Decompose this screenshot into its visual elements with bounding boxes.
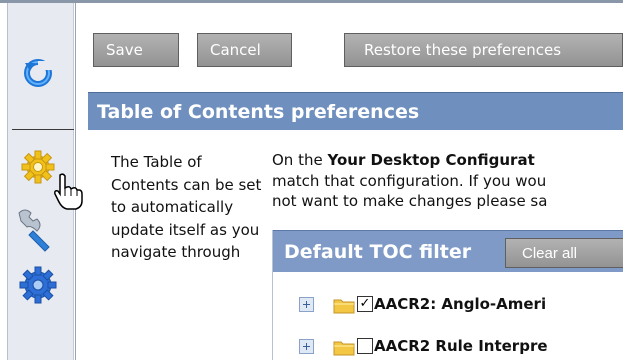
tree-item-label[interactable]: AACR2: Anglo-Ameri [374, 293, 546, 315]
folder-icon [333, 296, 355, 318]
folder-icon [333, 338, 355, 360]
tree-item-checkbox[interactable]: ✓ [357, 296, 373, 312]
toc-filter-panel: Default TOC filter Clear all ✓ AACR2: An… [272, 230, 623, 360]
clear-all-button[interactable]: Clear all [505, 238, 623, 268]
intro-line-1: On the Your Desktop Configurat [272, 150, 623, 171]
expand-icon[interactable] [299, 339, 314, 354]
tree-item-label[interactable]: AACR2 Rule Interpre [374, 335, 548, 357]
intro-text: On the Your Desktop Configurat match tha… [272, 150, 623, 212]
hand-cursor-icon [53, 173, 83, 215]
save-button[interactable]: Save [93, 33, 179, 67]
intro-line-3: not want to make changes please sa [272, 192, 548, 210]
description-text: The Table of Contents can be set to auto… [111, 153, 262, 262]
toc-filter-title: Default TOC filter [284, 240, 472, 263]
refresh-icon[interactable] [23, 57, 53, 93]
page-title: Table of Contents preferences [88, 92, 623, 130]
expand-icon[interactable] [299, 297, 314, 312]
sidebar-divider [12, 129, 74, 130]
intro-line-2: match that configuration. If you wou [272, 171, 547, 190]
page-title-text: Table of Contents preferences [97, 100, 420, 123]
intro-prefix: On the [272, 151, 328, 169]
restore-preferences-button[interactable]: Restore these preferences [344, 33, 623, 67]
wrench-icon[interactable] [15, 207, 53, 257]
page-top-border [0, 0, 623, 3]
tree-item: ✓ AACR2: Anglo-Ameri [273, 293, 623, 317]
blue-gear-icon[interactable] [16, 265, 60, 309]
cancel-button[interactable]: Cancel [197, 33, 292, 67]
desktop-configuration-text: Your Desktop Configurat [327, 151, 535, 169]
tree-item-checkbox[interactable] [357, 338, 373, 354]
tree-item: AACR2 Rule Interpre [273, 335, 623, 359]
gear-icon[interactable] [20, 149, 56, 189]
